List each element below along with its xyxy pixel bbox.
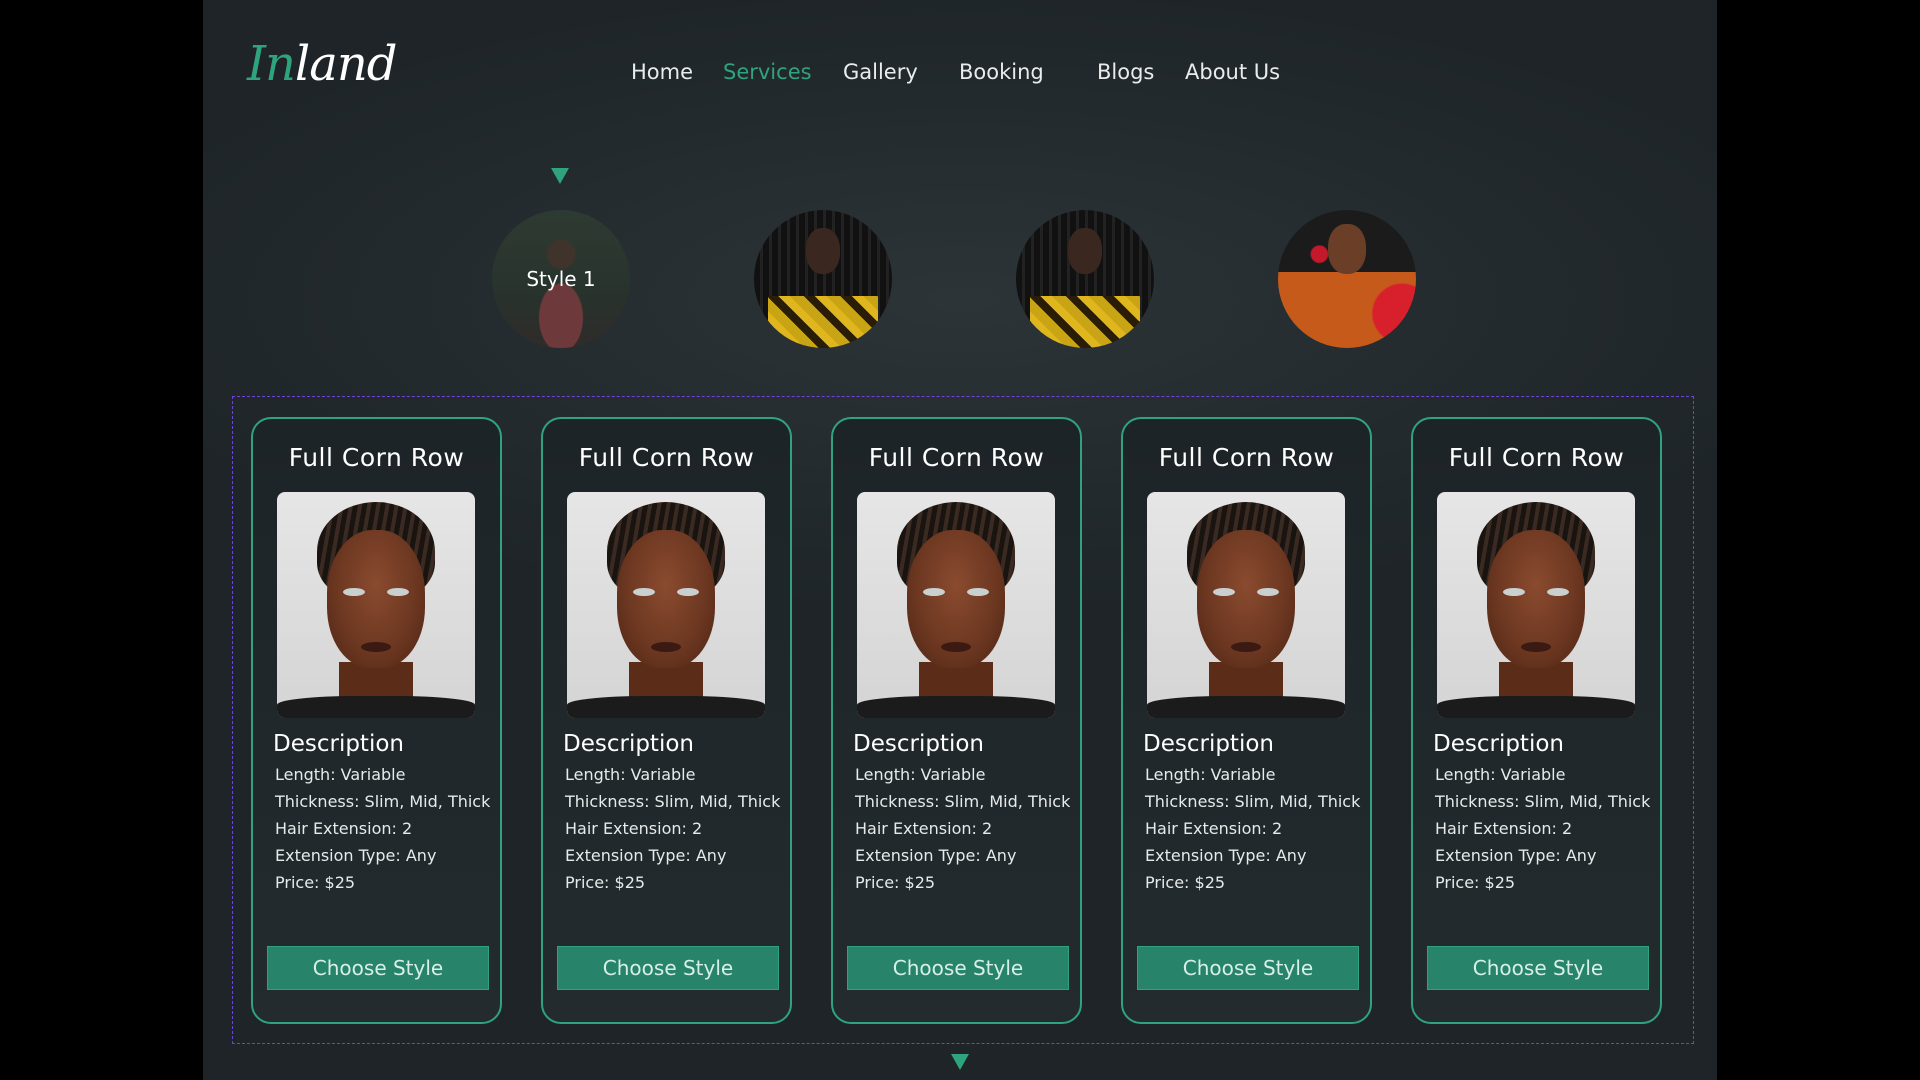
choose-style-button[interactable]: Choose Style <box>1427 946 1649 990</box>
style-card: Full Corn Row Description Length: Variab… <box>251 417 502 1024</box>
description-heading: Description <box>853 731 984 757</box>
card-title: Full Corn Row <box>288 443 465 472</box>
spec-extension-type: Extension Type: Any <box>855 846 1017 865</box>
spec-price: Price: $25 <box>855 873 936 892</box>
thumb-face <box>1068 228 1102 274</box>
nav-services[interactable]: Services <box>723 60 812 84</box>
card-title: Full Corn Row <box>1158 443 1335 472</box>
choose-style-button[interactable]: Choose Style <box>1137 946 1359 990</box>
style-card: Full Corn Row Description Length: Variab… <box>831 417 1082 1024</box>
page: Inland Home Services Gallery Booking Blo… <box>203 0 1717 1080</box>
style-thumb-label: Style 1 <box>526 267 596 291</box>
nav-gallery[interactable]: Gallery <box>843 60 918 84</box>
spec-hair-extension: Hair Extension: 2 <box>1435 819 1573 838</box>
description-heading: Description <box>1143 731 1274 757</box>
spec-hair-extension: Hair Extension: 2 <box>855 819 993 838</box>
spec-price: Price: $25 <box>1145 873 1226 892</box>
spec-price: Price: $25 <box>275 873 356 892</box>
spec-thickness: Thickness: Slim, Mid, Thick <box>1435 792 1651 811</box>
card-photo <box>1147 492 1345 718</box>
nav-booking[interactable]: Booking <box>959 60 1044 84</box>
card-photo <box>1437 492 1635 718</box>
nav-home[interactable]: Home <box>631 60 693 84</box>
spec-extension-type: Extension Type: Any <box>1145 846 1307 865</box>
card-photo <box>567 492 765 718</box>
spec-thickness: Thickness: Slim, Mid, Thick <box>275 792 491 811</box>
spec-hair-extension: Hair Extension: 2 <box>565 819 703 838</box>
style-card: Full Corn Row Description Length: Variab… <box>1411 417 1662 1024</box>
style-card: Full Corn Row Description Length: Variab… <box>541 417 792 1024</box>
spec-hair-extension: Hair Extension: 2 <box>275 819 413 838</box>
thumb-dress <box>768 296 878 348</box>
spec-thickness: Thickness: Slim, Mid, Thick <box>1145 792 1361 811</box>
style-thumb-4[interactable] <box>1278 210 1416 348</box>
spec-extension-type: Extension Type: Any <box>565 846 727 865</box>
style-thumb-3[interactable] <box>1016 210 1154 348</box>
triangle-down-icon[interactable] <box>951 1054 969 1070</box>
card-title: Full Corn Row <box>1448 443 1625 472</box>
spec-length: Length: Variable <box>275 765 406 784</box>
description-heading: Description <box>273 731 404 757</box>
spec-extension-type: Extension Type: Any <box>1435 846 1597 865</box>
thumb-dress <box>1030 296 1140 348</box>
description-heading: Description <box>563 731 694 757</box>
main-nav: Home Services Gallery Booking Blogs Abou… <box>203 60 1717 90</box>
nav-about-us[interactable]: About Us <box>1185 60 1280 84</box>
spec-length: Length: Variable <box>1435 765 1566 784</box>
spec-price: Price: $25 <box>565 873 646 892</box>
card-title: Full Corn Row <box>578 443 755 472</box>
spec-hair-extension: Hair Extension: 2 <box>1145 819 1283 838</box>
spec-length: Length: Variable <box>565 765 696 784</box>
spec-length: Length: Variable <box>855 765 986 784</box>
spec-thickness: Thickness: Slim, Mid, Thick <box>855 792 1071 811</box>
thumb-face <box>806 228 840 274</box>
style-thumb-2[interactable] <box>754 210 892 348</box>
choose-style-button[interactable]: Choose Style <box>847 946 1069 990</box>
triangle-down-icon <box>551 168 569 184</box>
card-photo <box>277 492 475 718</box>
style-thumb-1[interactable]: Style 1 <box>492 210 630 348</box>
nav-blogs[interactable]: Blogs <box>1097 60 1154 84</box>
spec-extension-type: Extension Type: Any <box>275 846 437 865</box>
choose-style-button[interactable]: Choose Style <box>557 946 779 990</box>
spec-price: Price: $25 <box>1435 873 1516 892</box>
choose-style-button[interactable]: Choose Style <box>267 946 489 990</box>
thumb-face <box>1328 224 1366 274</box>
spec-thickness: Thickness: Slim, Mid, Thick <box>565 792 781 811</box>
card-title: Full Corn Row <box>868 443 1045 472</box>
card-photo <box>857 492 1055 718</box>
style-card: Full Corn Row Description Length: Variab… <box>1121 417 1372 1024</box>
description-heading: Description <box>1433 731 1564 757</box>
spec-length: Length: Variable <box>1145 765 1276 784</box>
